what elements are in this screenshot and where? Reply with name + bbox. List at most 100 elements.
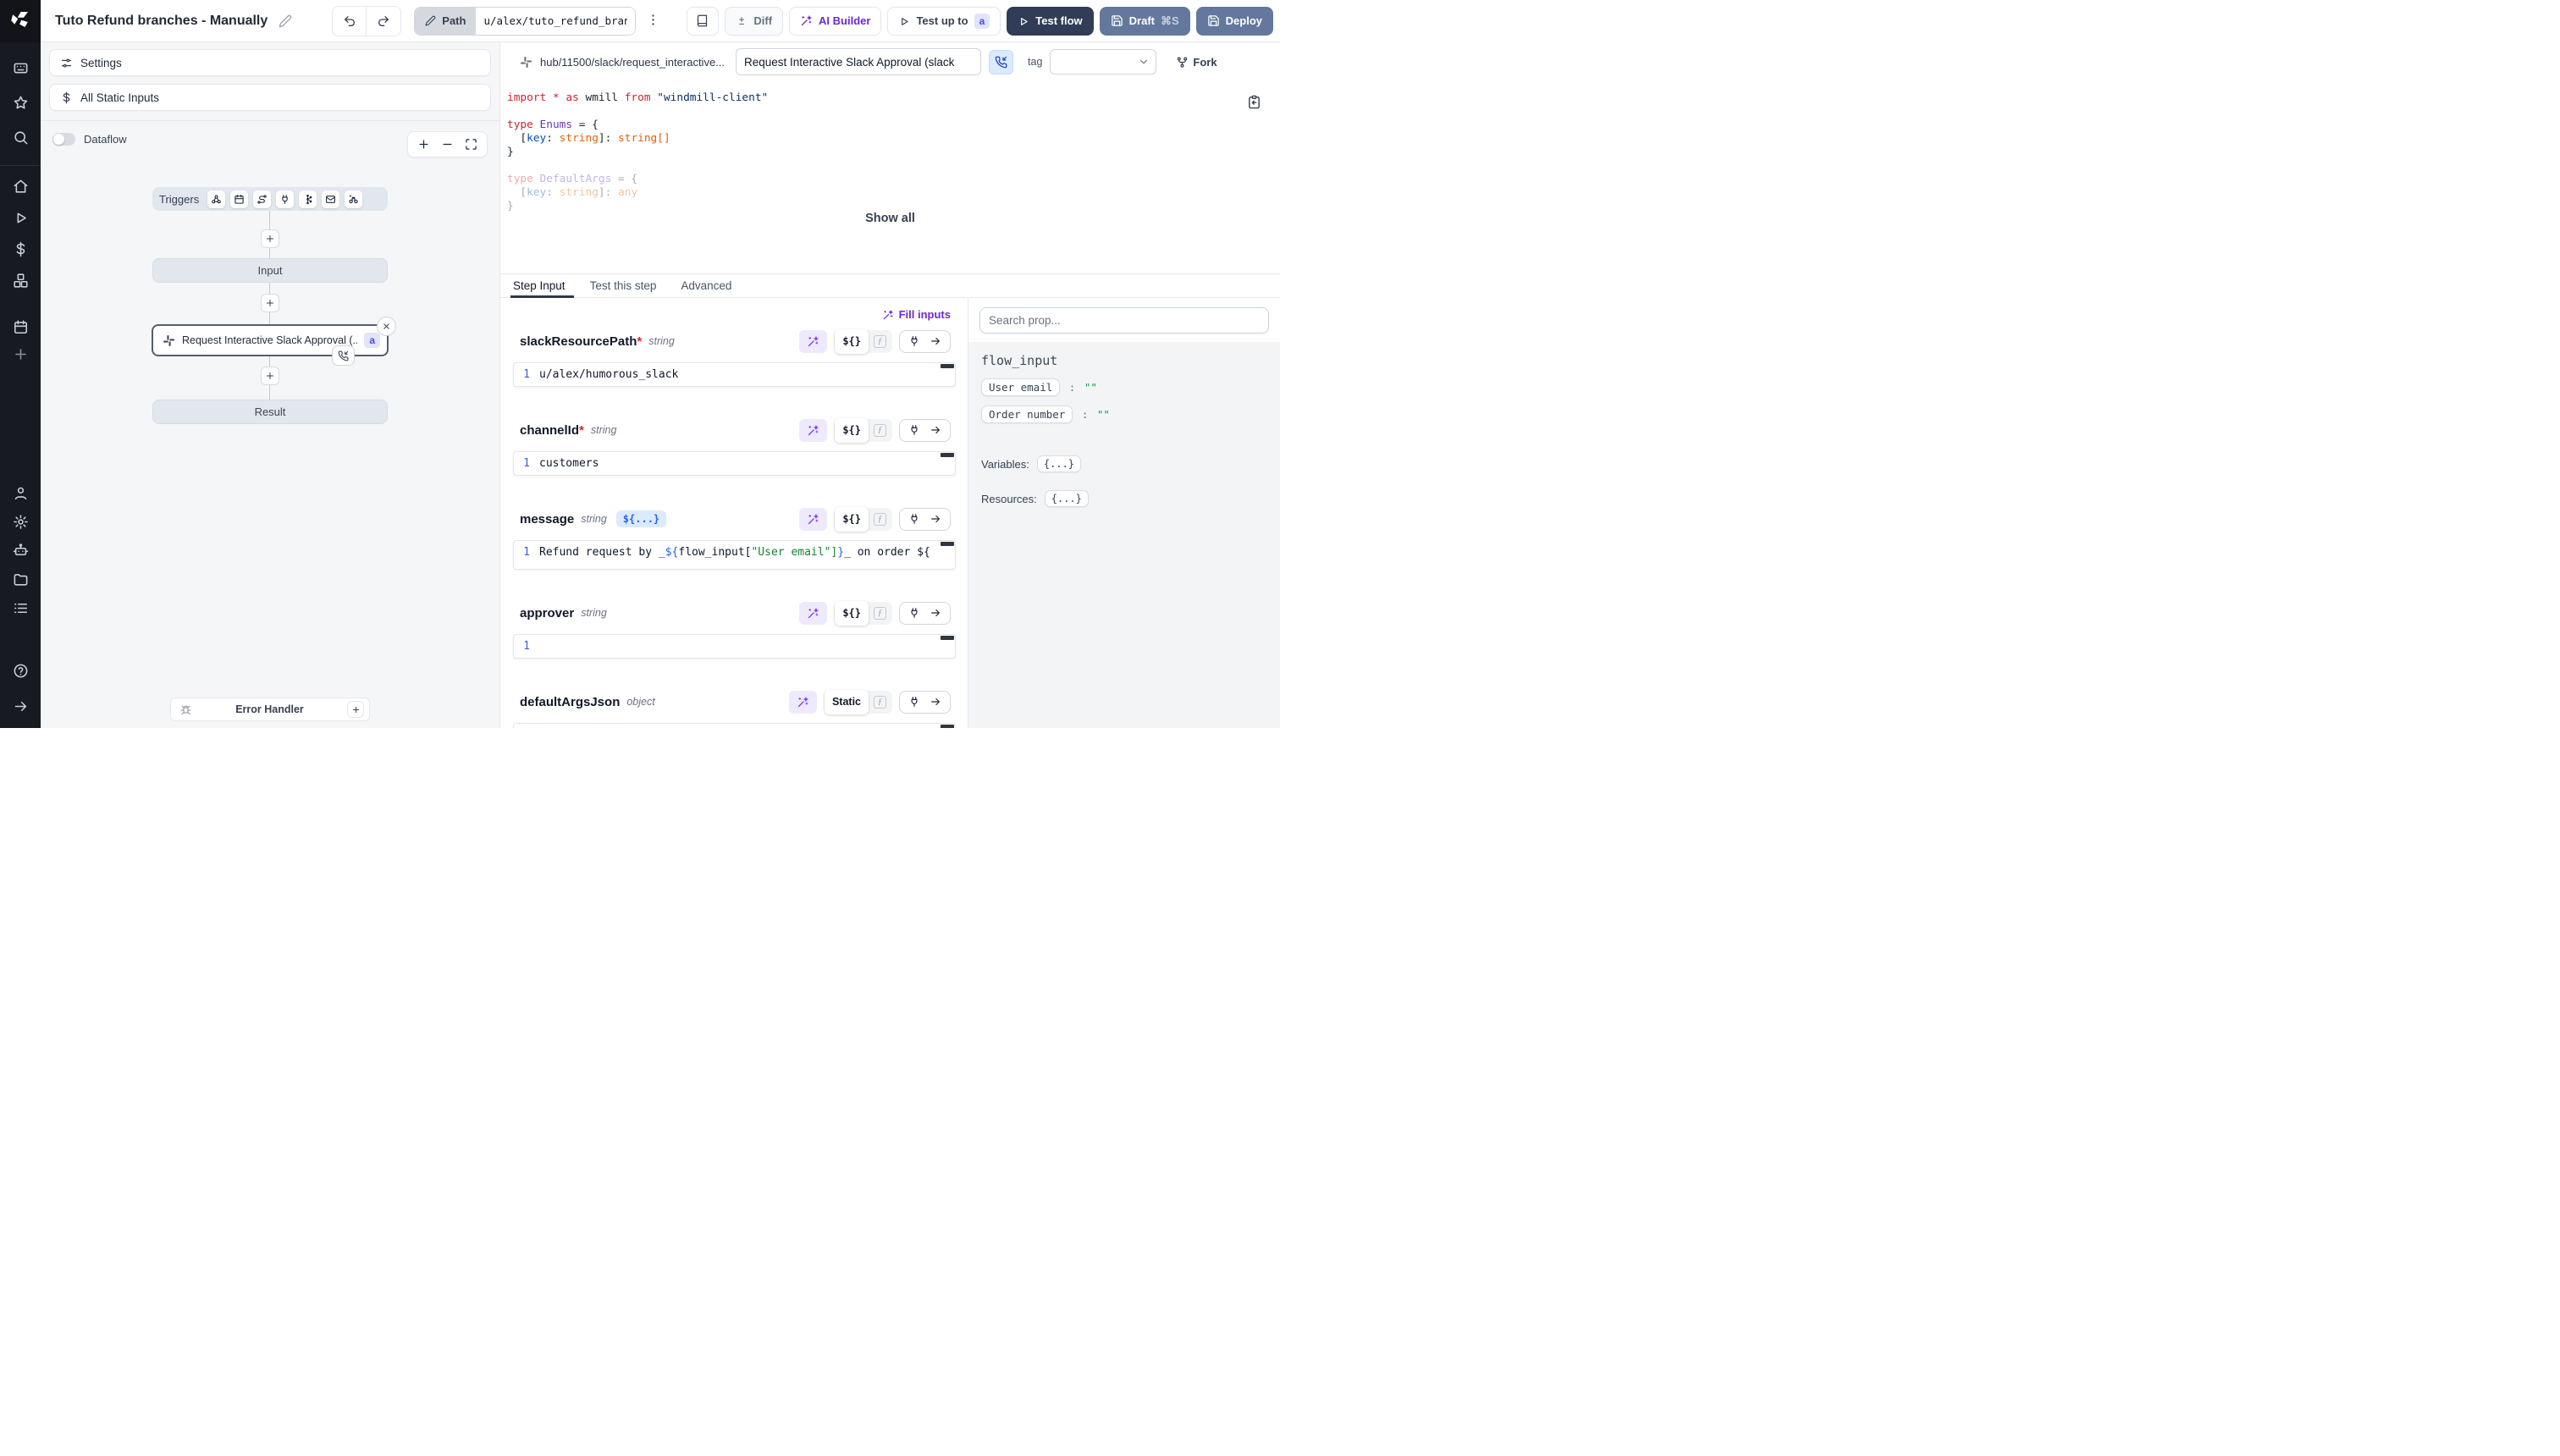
ai-fill-field-button[interactable] — [799, 508, 827, 531]
sidebar-item-account[interactable] — [5, 479, 36, 506]
poll-trigger-button[interactable] — [345, 190, 362, 208]
sidebar-item-workspace-switcher[interactable] — [5, 54, 36, 81]
field-value-editor[interactable]: 1customers — [513, 451, 956, 476]
field-value-editor[interactable]: 1Refund request by _${flow_input["User e… — [513, 540, 956, 570]
zoom-in-button[interactable] — [417, 138, 430, 151]
webhook-trigger-button[interactable] — [207, 190, 225, 208]
expression-mode-button[interactable]: ${} — [835, 507, 869, 532]
undo-button[interactable] — [333, 7, 367, 36]
websocket-trigger-button[interactable] — [276, 190, 294, 208]
connect-input-button[interactable] — [899, 691, 951, 714]
expression-mode-button[interactable]: ${} — [835, 601, 869, 626]
dataflow-toggle[interactable] — [52, 133, 75, 146]
function-mode-button[interactable]: ƒ — [869, 603, 891, 624]
ai-builder-button[interactable]: AI Builder — [789, 7, 881, 36]
function-mode-button[interactable]: ƒ — [869, 692, 891, 713]
sidebar-item-create[interactable] — [5, 340, 36, 367]
code-editor[interactable]: import * as wmill from "windmill-client"… — [500, 81, 1280, 213]
edit-title-icon[interactable] — [279, 14, 292, 28]
more-menu-button[interactable] — [642, 7, 664, 36]
slack-approval-step-node[interactable]: Request Interactive Slack Approval (... … — [152, 324, 389, 356]
connect-input-button[interactable] — [899, 602, 951, 625]
fork-button[interactable]: Fork — [1176, 56, 1217, 69]
add-error-handler-button[interactable] — [347, 701, 364, 718]
tab-test-this-step[interactable]: Test this step — [590, 274, 657, 297]
ai-fill-field-button[interactable] — [799, 602, 827, 625]
sidebar-item-home[interactable] — [5, 173, 36, 200]
flow-settings-button[interactable]: Settings — [49, 49, 491, 76]
add-step-after-slack-button[interactable] — [261, 367, 279, 385]
flow-canvas[interactable]: Dataflow Triggers Input — [41, 120, 499, 728]
ai-fill-field-button[interactable] — [799, 330, 827, 353]
sidebar-item-folders[interactable] — [5, 565, 36, 593]
sidebar-item-help[interactable] — [5, 657, 36, 684]
field-approver: approverstring${}ƒ1 — [520, 601, 951, 659]
docs-button[interactable] — [687, 7, 719, 36]
expression-mode-button[interactable]: ${} — [835, 418, 869, 443]
prop-key-chip[interactable]: Order number — [981, 405, 1073, 423]
delete-step-button[interactable] — [377, 317, 396, 336]
expression-mode-button[interactable]: ${} — [835, 329, 869, 354]
error-handler-node[interactable]: Error Handler — [170, 698, 370, 721]
tab-step-input[interactable]: Step Input — [513, 274, 566, 297]
variables-chip[interactable]: {...} — [1037, 455, 1081, 472]
copy-code-button[interactable] — [1247, 95, 1261, 109]
windmill-logo[interactable] — [0, 0, 41, 42]
kafka-trigger-button[interactable] — [299, 190, 317, 208]
ai-fill-field-button[interactable] — [789, 691, 817, 714]
hub-script-path[interactable]: hub/11500/slack/request_interactive... — [540, 56, 725, 69]
sidebar-item-favorites[interactable] — [5, 89, 36, 116]
sidebar-item-runs[interactable] — [5, 204, 36, 231]
connect-input-button[interactable] — [899, 419, 951, 442]
prop-key-chip[interactable]: User email — [981, 378, 1060, 396]
sidebar-item-expand-sidebar[interactable] — [5, 692, 36, 720]
path-chip[interactable]: Path — [415, 8, 476, 35]
connect-input-button[interactable] — [899, 330, 951, 353]
sidebar-item-ai-assistant[interactable] — [5, 537, 36, 564]
flow-input-node[interactable]: Input — [152, 258, 388, 283]
fill-inputs-button[interactable]: Fill inputs — [882, 308, 951, 321]
add-step-before-input-button[interactable] — [261, 229, 279, 248]
http-route-trigger-button[interactable] — [253, 190, 271, 208]
test-flow-button[interactable]: Test flow — [1007, 7, 1093, 36]
resources-chip[interactable]: {...} — [1045, 490, 1089, 507]
fit-view-button[interactable] — [465, 138, 477, 151]
sidebar-item-schedules[interactable] — [5, 313, 36, 340]
connect-input-button[interactable] — [899, 508, 951, 531]
test-up-to-button[interactable]: Test up toa — [887, 7, 1001, 36]
result-node-label: Result — [255, 405, 286, 418]
search-prop-input[interactable] — [979, 307, 1269, 334]
sidebar-item-variables[interactable] — [5, 235, 36, 262]
sidebar-item-audit-logs[interactable] — [5, 594, 36, 621]
function-mode-button[interactable]: ƒ — [869, 420, 891, 441]
sidebar-item-search[interactable] — [5, 124, 36, 151]
tab-advanced[interactable]: Advanced — [681, 274, 731, 297]
tag-select[interactable] — [1050, 49, 1156, 74]
add-step-after-input-button[interactable] — [261, 294, 279, 312]
sidebar-item-settings[interactable] — [5, 508, 36, 535]
ai-fill-field-button[interactable] — [799, 419, 827, 442]
draft-button[interactable]: Draft⌘S — [1100, 7, 1190, 36]
suspend-settings-button[interactable] — [989, 50, 1013, 74]
field-value-editor[interactable]: 1 — [513, 723, 956, 728]
function-mode-button[interactable]: ƒ — [869, 509, 891, 530]
arrow-right-icon — [930, 607, 941, 619]
field-value-editor[interactable]: 1 — [513, 634, 956, 659]
field-value-editor[interactable]: 1u/alex/humorous_slack — [513, 362, 956, 387]
all-static-inputs-button[interactable]: All Static Inputs — [49, 84, 491, 111]
deploy-button[interactable]: Deploy — [1196, 7, 1273, 36]
flow-result-node[interactable]: Result — [152, 400, 388, 424]
static-mode-button[interactable]: Static — [825, 690, 869, 714]
suspend-approval-badge[interactable] — [332, 345, 355, 366]
step-summary-input[interactable] — [736, 48, 981, 75]
zoom-out-button[interactable] — [441, 138, 454, 151]
redo-button[interactable] — [367, 7, 400, 36]
schedule-trigger-button[interactable] — [230, 190, 248, 208]
diff-button[interactable]: Diff — [725, 7, 783, 36]
flow-input-root-label[interactable]: flow_input — [981, 353, 1267, 368]
sidebar-item-resources[interactable] — [5, 267, 36, 294]
function-mode-button[interactable]: ƒ — [869, 331, 891, 352]
email-trigger-button[interactable] — [322, 190, 339, 208]
show-all-code-button[interactable]: Show all — [857, 207, 924, 230]
path-input[interactable] — [476, 8, 635, 35]
